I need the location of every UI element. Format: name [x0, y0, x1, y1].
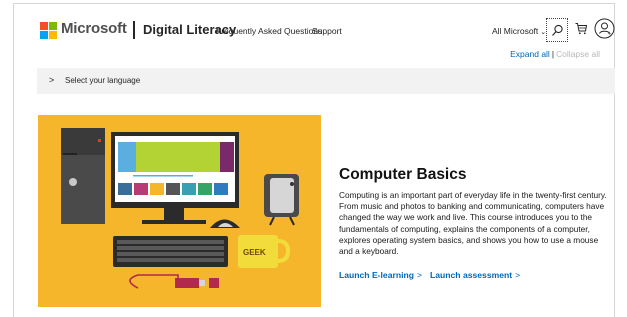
expand-all-link[interactable]: Expand all	[510, 49, 550, 59]
cart-button[interactable]	[575, 22, 588, 40]
course-links: Launch E-learning > Launch assessment >	[339, 270, 614, 280]
launch-assessment-label: Launch assessment	[430, 270, 513, 281]
search-button[interactable]	[546, 18, 568, 42]
chevron-right-icon: >	[416, 270, 422, 281]
computer-basics-illustration: GEEK	[38, 115, 321, 307]
chevron-right-icon: >	[49, 75, 55, 85]
launch-assessment-link[interactable]: Launch assessment >	[430, 270, 528, 280]
course-card: Computer Basics Computing is an importan…	[339, 166, 614, 280]
page: Microsoft Digital Literacy Frequently As…	[13, 3, 615, 317]
hero-illustration: GEEK	[61, 128, 299, 289]
search-icon	[552, 24, 563, 36]
expand-collapse-controls: Expand all | Collapse all	[510, 49, 600, 59]
nav-link-faq[interactable]: Frequently Asked Questions	[216, 26, 322, 36]
chevron-right-icon: >	[515, 270, 521, 281]
microsoft-logo-icon[interactable]	[40, 22, 57, 39]
user-account-button[interactable]: +	[594, 18, 615, 44]
language-selector[interactable]: > Select your language	[37, 68, 615, 94]
launch-elearning-label: Launch E-learning	[339, 270, 414, 281]
all-microsoft-label: All Microsoft	[492, 26, 539, 36]
launch-elearning-link[interactable]: Launch E-learning >	[339, 270, 430, 280]
site-header: Microsoft Digital Literacy Frequently As…	[14, 4, 615, 52]
user-icon: +	[594, 18, 615, 39]
course-description: Computing is an important part of everyd…	[339, 190, 607, 257]
course-title: Computer Basics	[339, 166, 467, 183]
collapse-all-link: Collapse all	[556, 49, 600, 59]
header-divider	[133, 21, 135, 39]
separator: |	[551, 49, 555, 59]
all-microsoft-menu[interactable]: All Microsoft ⌄	[492, 26, 546, 36]
language-selector-label: Select your language	[65, 76, 141, 85]
cart-icon	[575, 23, 588, 35]
nav-link-support[interactable]: Support	[312, 26, 342, 36]
mug-label: GEEK	[243, 248, 266, 257]
svg-text:+: +	[608, 31, 612, 37]
brand-name[interactable]: Microsoft	[61, 20, 127, 37]
